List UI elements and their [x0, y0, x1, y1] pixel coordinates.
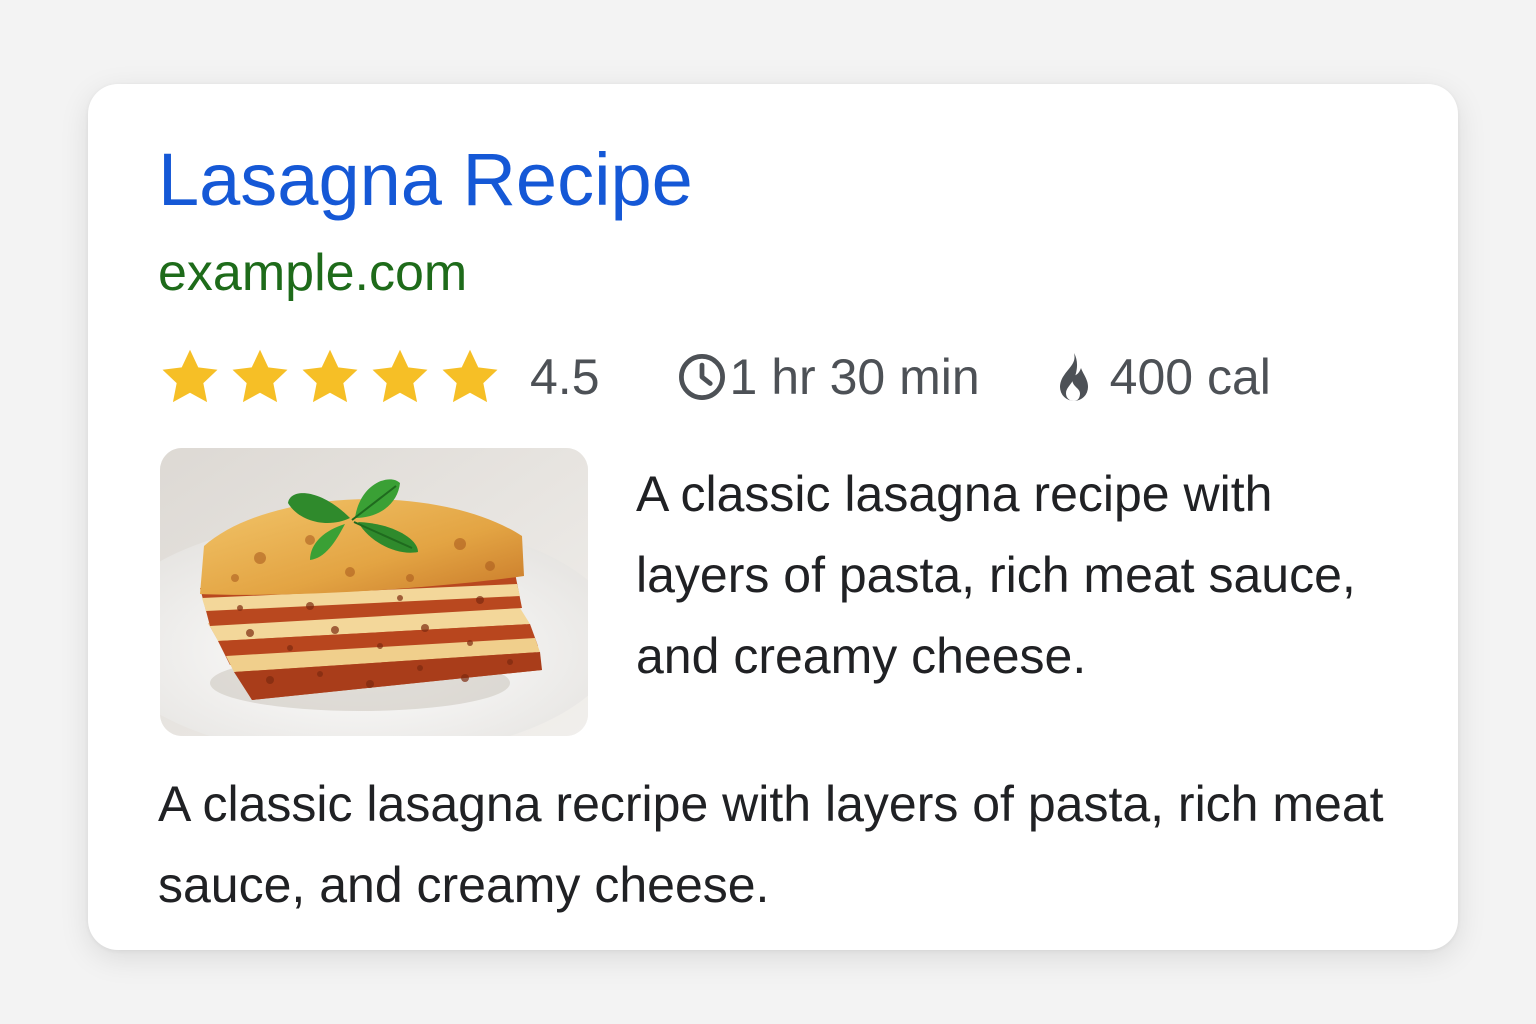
lasagna-photo[interactable] — [160, 448, 588, 736]
result-site-url[interactable]: example.com — [158, 242, 467, 304]
cook-time-text: 1 hr 30 min — [729, 349, 980, 405]
result-title-link[interactable]: Lasagna Recipe — [158, 136, 693, 224]
cook-time: 1 hr 30 min — [676, 348, 980, 406]
calories: 400 cal — [1052, 348, 1271, 406]
rating-value: 4.5 — [530, 349, 600, 405]
result-snippet: A classic lasagna recipe with layers of … — [636, 466, 1356, 684]
star-rating — [158, 345, 502, 409]
recipe-result-card: Lasagna Recipe example.com 4.5 1 hr 30 m… — [88, 84, 1458, 950]
clock-icon — [678, 354, 725, 400]
result-description: A classic lasagna recripe with layers of… — [158, 776, 1384, 913]
star-icon — [162, 349, 218, 403]
star-icon — [232, 349, 288, 403]
lasagna-illustration — [160, 448, 588, 736]
star-icon — [302, 349, 358, 403]
recipe-meta-row: 4.5 1 hr 30 min 400 cal — [158, 342, 1271, 412]
star-icon — [372, 349, 428, 403]
star-icon — [442, 349, 498, 403]
calories-text: 400 cal — [1109, 349, 1271, 405]
flame-icon — [1059, 353, 1088, 401]
